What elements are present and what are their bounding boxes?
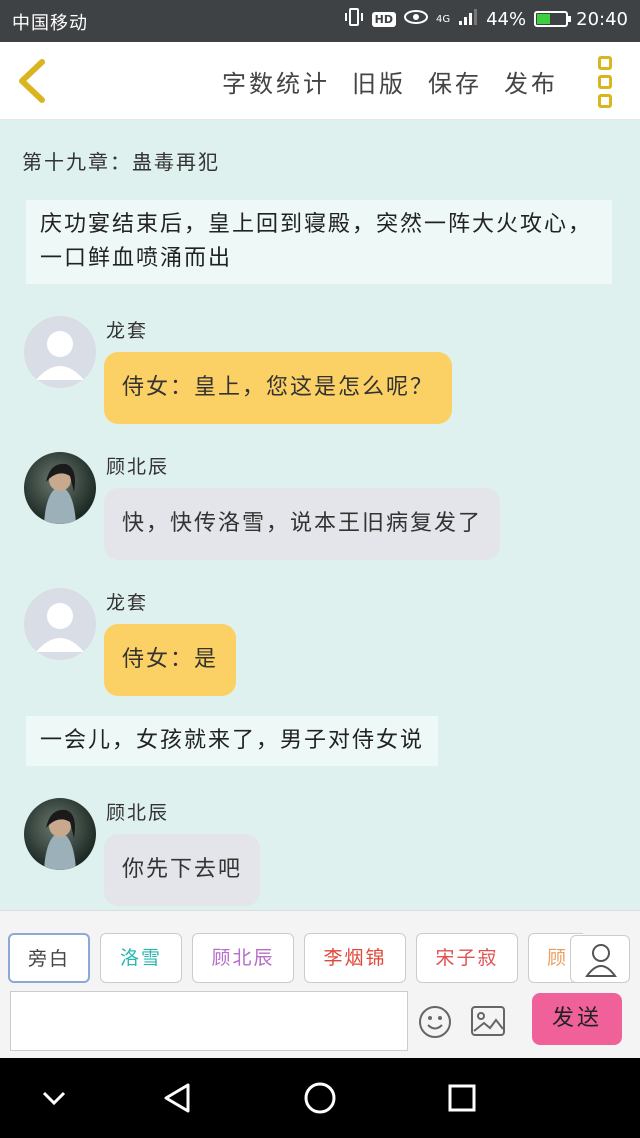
system-nav-bar	[0, 1058, 640, 1138]
triangle-back-icon	[164, 1083, 190, 1113]
message-input[interactable]	[10, 991, 408, 1051]
chat-bubble[interactable]: 侍女：是	[104, 624, 237, 696]
default-user-icon	[36, 603, 84, 652]
character-chip[interactable]: 宋子寂	[416, 933, 518, 983]
menu-dot-icon	[598, 94, 612, 108]
person-icon	[585, 944, 617, 977]
carrier-label: 中国移动	[12, 13, 88, 34]
editor-toolbar: 字数统计 旧版 保存 发布	[0, 42, 640, 120]
chat-bubble[interactable]: 快，快传洛雪，说本王旧病复发了	[104, 488, 501, 560]
square-recents-icon	[448, 1084, 476, 1112]
word-count-button[interactable]: 字数统计	[222, 64, 330, 99]
old-version-button[interactable]: 旧版	[352, 64, 406, 99]
signal-icon	[458, 8, 478, 30]
chapter-title: 第十九章：蛊毒再犯	[22, 150, 220, 174]
character-portrait-icon	[44, 463, 76, 524]
chevron-left-icon	[19, 59, 45, 103]
nav-home-button[interactable]	[302, 1080, 338, 1116]
battery-percent: 44%	[486, 8, 527, 30]
menu-dot-icon	[598, 75, 612, 89]
save-button[interactable]: 保存	[428, 64, 482, 99]
menu-dot-icon	[598, 56, 612, 70]
circle-home-icon	[304, 1082, 336, 1114]
nav-back-button[interactable]	[160, 1080, 196, 1116]
emoji-button[interactable]	[418, 1005, 452, 1039]
character-chip[interactable]: 李烟锦	[304, 933, 406, 983]
character-chip[interactable]: 旁白	[8, 933, 90, 983]
publish-button[interactable]: 发布	[504, 64, 558, 99]
speaker-name: 龙套	[106, 320, 149, 342]
input-panel: 旁白 洛雪 顾北辰 李烟锦 宋子寂顾 发送	[0, 910, 640, 1058]
speaker-name: 龙套	[106, 592, 149, 614]
back-button[interactable]	[14, 58, 54, 104]
narration-block[interactable]: 庆功宴结束后，皇上回到寝殿，突然一阵大火攻心，一口鲜血喷涌而出	[26, 200, 612, 284]
hd-badge: HD	[371, 11, 396, 27]
character-chip[interactable]: 洛雪	[100, 933, 182, 983]
chat-bubble[interactable]: 你先下去吧	[104, 834, 261, 906]
character-chip[interactable]: 顾北辰	[192, 933, 294, 983]
story-content[interactable]: 第十九章：蛊毒再犯 庆功宴结束后，皇上回到寝殿，突然一阵大火攻心，一口鲜血喷涌而…	[0, 120, 640, 910]
add-character-button[interactable]	[570, 935, 630, 983]
clock: 20:40	[576, 8, 628, 30]
more-menu-button[interactable]	[598, 56, 618, 108]
status-icons: HD 4G 44% 20:40	[344, 8, 628, 30]
eye-icon	[403, 9, 428, 29]
chat-bubble[interactable]: 侍女：皇上，您这是怎么呢？	[104, 352, 453, 424]
avatar	[24, 798, 96, 870]
status-bar: 中国移动 HD 4G 44% 20:40	[0, 0, 640, 42]
avatar	[24, 588, 96, 660]
chevron-down-icon	[42, 1091, 66, 1106]
network-type-label: 4G	[435, 13, 451, 25]
insert-image-button[interactable]	[470, 1005, 506, 1037]
default-user-icon	[36, 331, 84, 380]
toolbar-actions: 字数统计 旧版 保存 发布	[222, 64, 558, 99]
speaker-name: 顾北辰	[106, 456, 170, 478]
avatar	[24, 316, 96, 388]
vibrate-icon	[344, 8, 364, 30]
send-button[interactable]: 发送	[532, 993, 622, 1045]
character-portrait-icon	[44, 809, 76, 870]
character-selector: 旁白 洛雪 顾北辰 李烟锦 宋子寂顾	[8, 933, 583, 985]
smiley-icon	[419, 1006, 451, 1038]
battery-icon	[534, 11, 572, 27]
nav-recents-button[interactable]	[444, 1080, 480, 1116]
avatar	[24, 452, 96, 524]
narration-block[interactable]: 一会儿，女孩就来了，男子对侍女说	[26, 716, 439, 766]
speaker-name: 顾北辰	[106, 802, 170, 824]
hide-keyboard-button[interactable]	[36, 1080, 72, 1116]
image-icon	[471, 1006, 505, 1036]
